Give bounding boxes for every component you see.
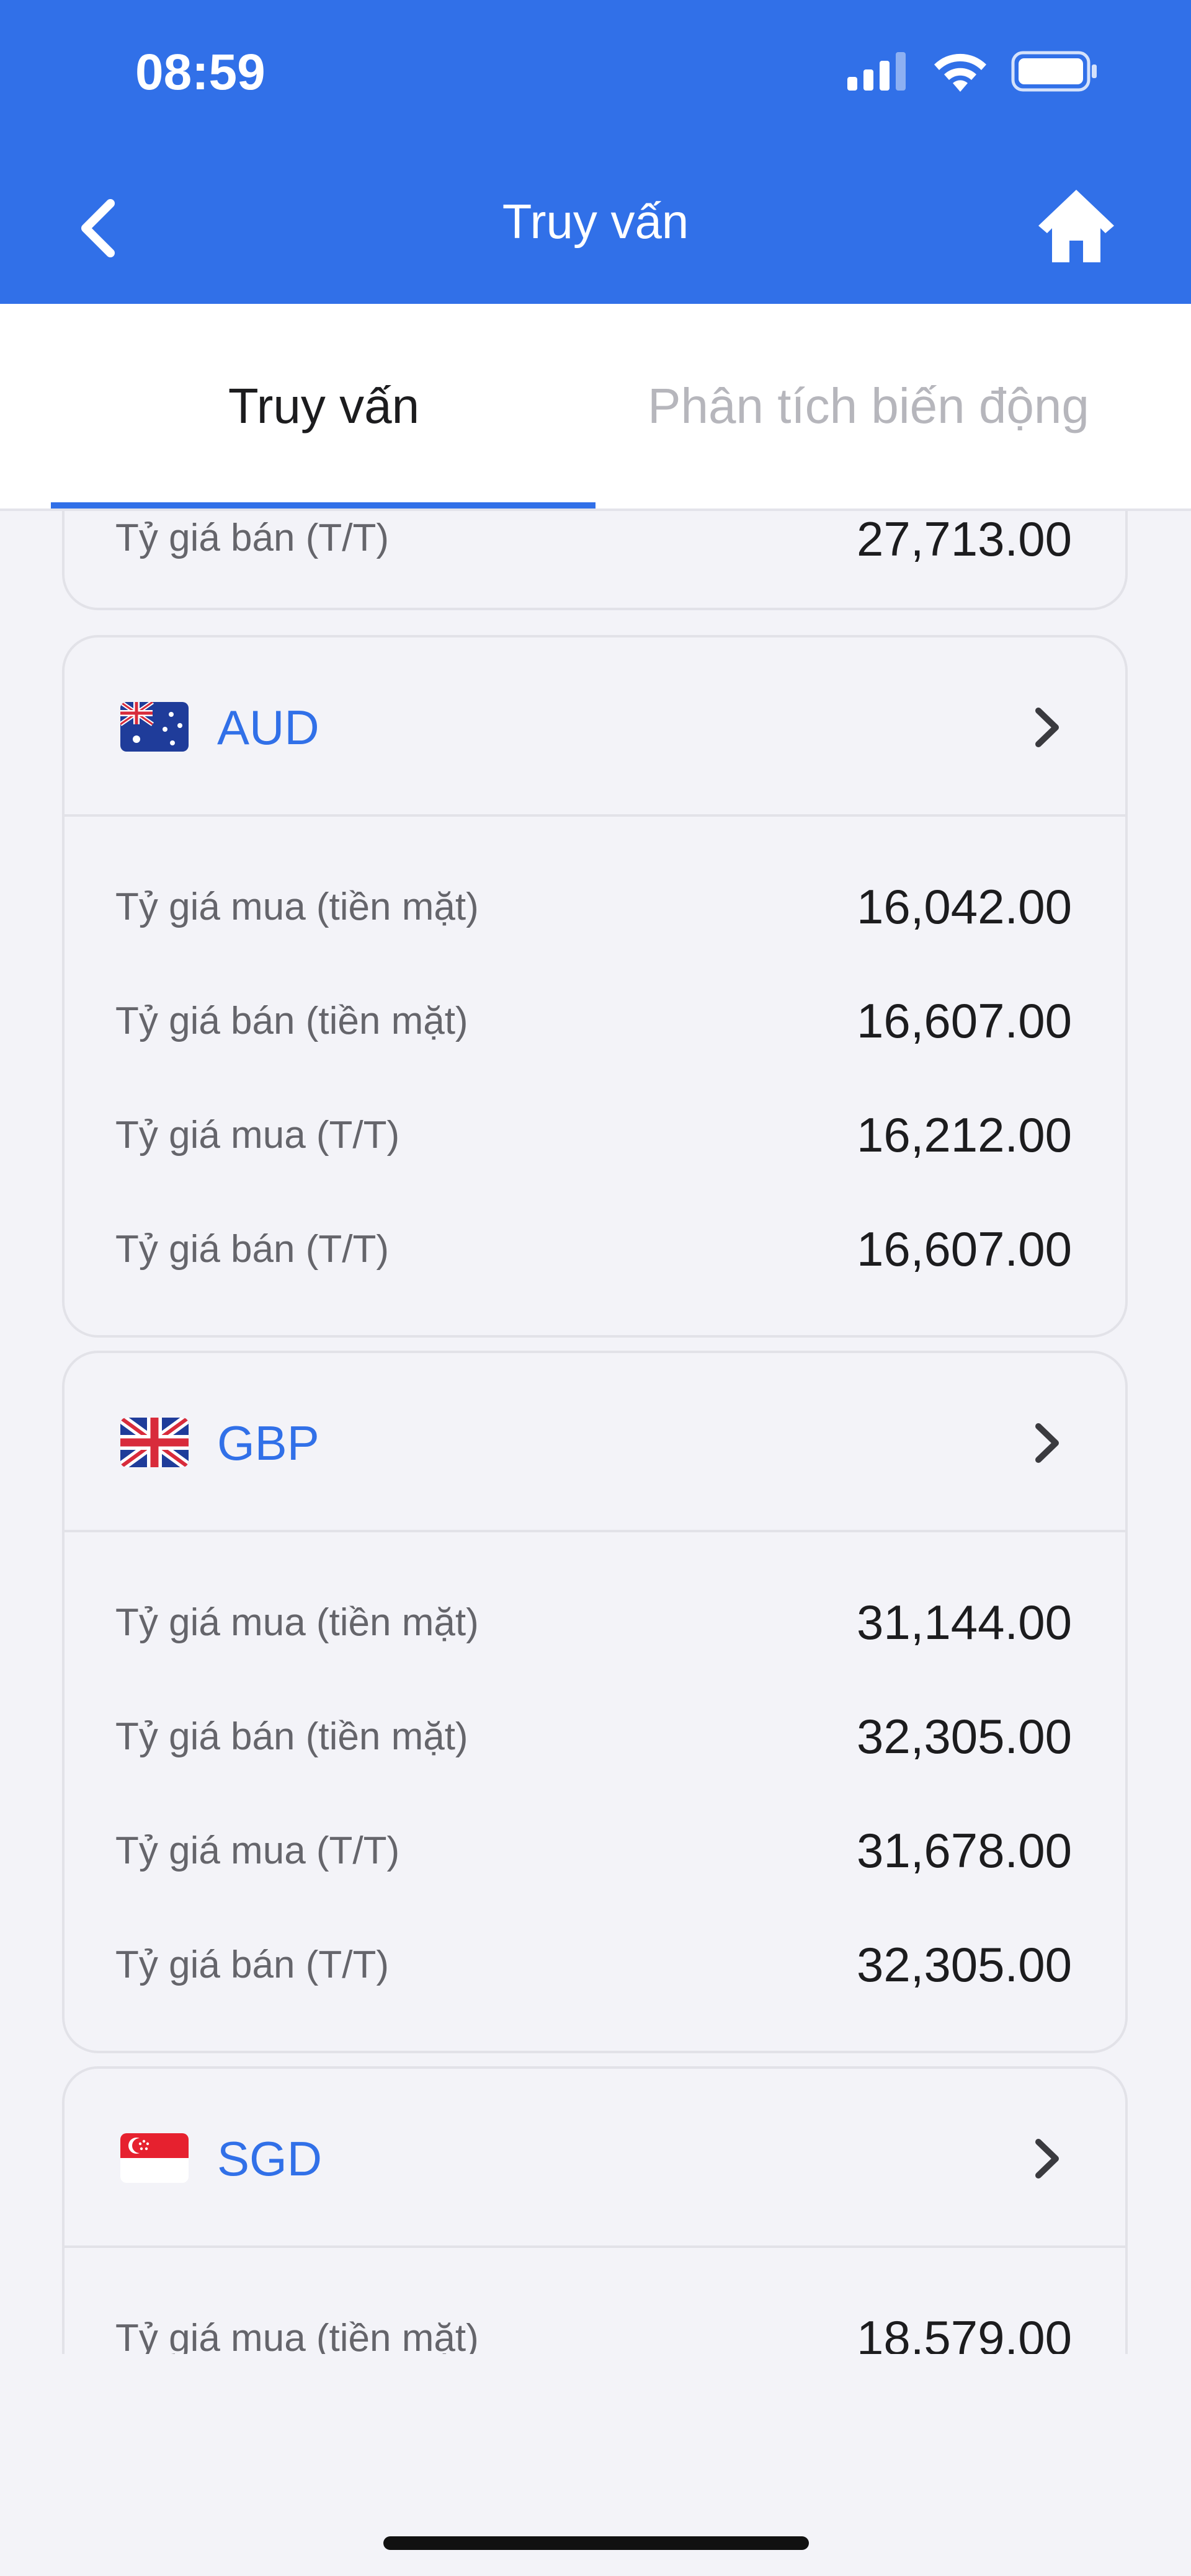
currency-card-gbp: GBP Tỷ giá mua (tiền mặt) 31,144.00 Tỷ g…	[62, 1351, 1128, 2053]
rate-row: Tỷ giá mua (tiền mặt) 31,144.00	[65, 1563, 1125, 1677]
rate-value: 32,305.00	[856, 1937, 1072, 1992]
rate-row: Tỷ giá bán (T/T) 16,607.00	[65, 1190, 1125, 1304]
currency-header-gbp[interactable]: GBP	[65, 1353, 1125, 1532]
currency-code: SGD	[217, 2131, 323, 2186]
singapore-flag-icon	[120, 2133, 189, 2183]
rate-label: Tỷ giá mua (tiền mặt)	[115, 2317, 479, 2354]
home-indicator[interactable]	[383, 2536, 809, 2550]
rate-label: Tỷ giá mua (tiền mặt)	[115, 886, 479, 928]
rate-row: Tỷ giá bán (tiền mặt) 32,305.00	[65, 1677, 1125, 1792]
status-icons	[847, 50, 1098, 93]
rate-label: Tỷ giá bán (T/T)	[115, 1943, 389, 1986]
top-bar: 08:59 Truy vấn	[0, 0, 1191, 304]
status-time: 08:59	[135, 44, 265, 100]
rate-label: Tỷ giá bán (T/T)	[115, 517, 389, 559]
rate-value: 27,713.00	[856, 512, 1072, 566]
currency-code: AUD	[217, 700, 319, 755]
rate-label: Tỷ giá mua (tiền mặt)	[115, 1601, 479, 1644]
rate-value: 32,305.00	[856, 1709, 1072, 1764]
chevron-right-icon	[1035, 2139, 1059, 2178]
rate-row: Tỷ giá mua (T/T) 31,678.00	[65, 1792, 1125, 1906]
rate-row: Tỷ giá mua (tiền mặt) 18,579.00	[65, 2279, 1125, 2354]
rate-value: 18,579.00	[856, 2311, 1072, 2354]
rate-label: Tỷ giá mua (T/T)	[115, 1829, 400, 1872]
rate-label: Tỷ giá bán (T/T)	[115, 1228, 389, 1271]
rate-value: 16,042.00	[856, 879, 1072, 934]
chevron-right-icon	[1035, 708, 1059, 747]
currency-header-aud[interactable]: AUD	[65, 637, 1125, 817]
active-tab-indicator	[51, 502, 596, 509]
rate-value: 31,678.00	[856, 1823, 1072, 1878]
tab-truy-van[interactable]: Truy vấn	[51, 304, 597, 509]
rate-row: Tỷ giá mua (T/T) 16,212.00	[65, 1076, 1125, 1190]
currency-header-sgd[interactable]: SGD	[65, 2069, 1125, 2248]
currency-code: GBP	[217, 1416, 319, 1470]
rates-list[interactable]: Tỷ giá bán (T/T) 27,713.00 AUD Tỷ giá mu…	[0, 511, 1191, 2354]
uk-flag-icon	[120, 1418, 189, 1467]
rate-value: 16,212.00	[856, 1108, 1072, 1162]
tab-phan-tich-bien-dong[interactable]: Phân tích biến động	[596, 304, 1141, 509]
rate-label: Tỷ giá mua (T/T)	[115, 1114, 400, 1157]
currency-card-aud: AUD Tỷ giá mua (tiền mặt) 16,042.00 Tỷ g…	[62, 635, 1128, 1338]
rate-label: Tỷ giá bán (tiền mặt)	[115, 1000, 468, 1042]
wifi-icon	[934, 53, 986, 92]
rate-value: 16,607.00	[856, 1222, 1072, 1276]
rate-value: 16,607.00	[856, 993, 1072, 1048]
currency-card-sgd: SGD Tỷ giá mua (tiền mặt) 18,579.00	[62, 2066, 1128, 2354]
signal-icon	[847, 52, 906, 91]
chevron-right-icon	[1035, 1423, 1059, 1463]
australia-flag-icon	[120, 702, 189, 752]
rate-row: Tỷ giá mua (tiền mặt) 16,042.00	[65, 848, 1125, 962]
rate-row: Tỷ giá bán (tiền mặt) 16,607.00	[65, 962, 1125, 1076]
rate-value: 31,144.00	[856, 1595, 1072, 1650]
battery-icon	[1011, 51, 1097, 92]
tab-bar: Truy vấn Phân tích biến động	[0, 304, 1191, 511]
rate-label: Tỷ giá bán (tiền mặt)	[115, 1715, 468, 1758]
rate-card-partial: Tỷ giá bán (T/T) 27,713.00	[62, 511, 1128, 610]
home-icon[interactable]	[1036, 187, 1117, 265]
rate-row: Tỷ giá bán (T/T) 32,305.00	[65, 1906, 1125, 2020]
page-title: Truy vấn	[502, 194, 689, 249]
